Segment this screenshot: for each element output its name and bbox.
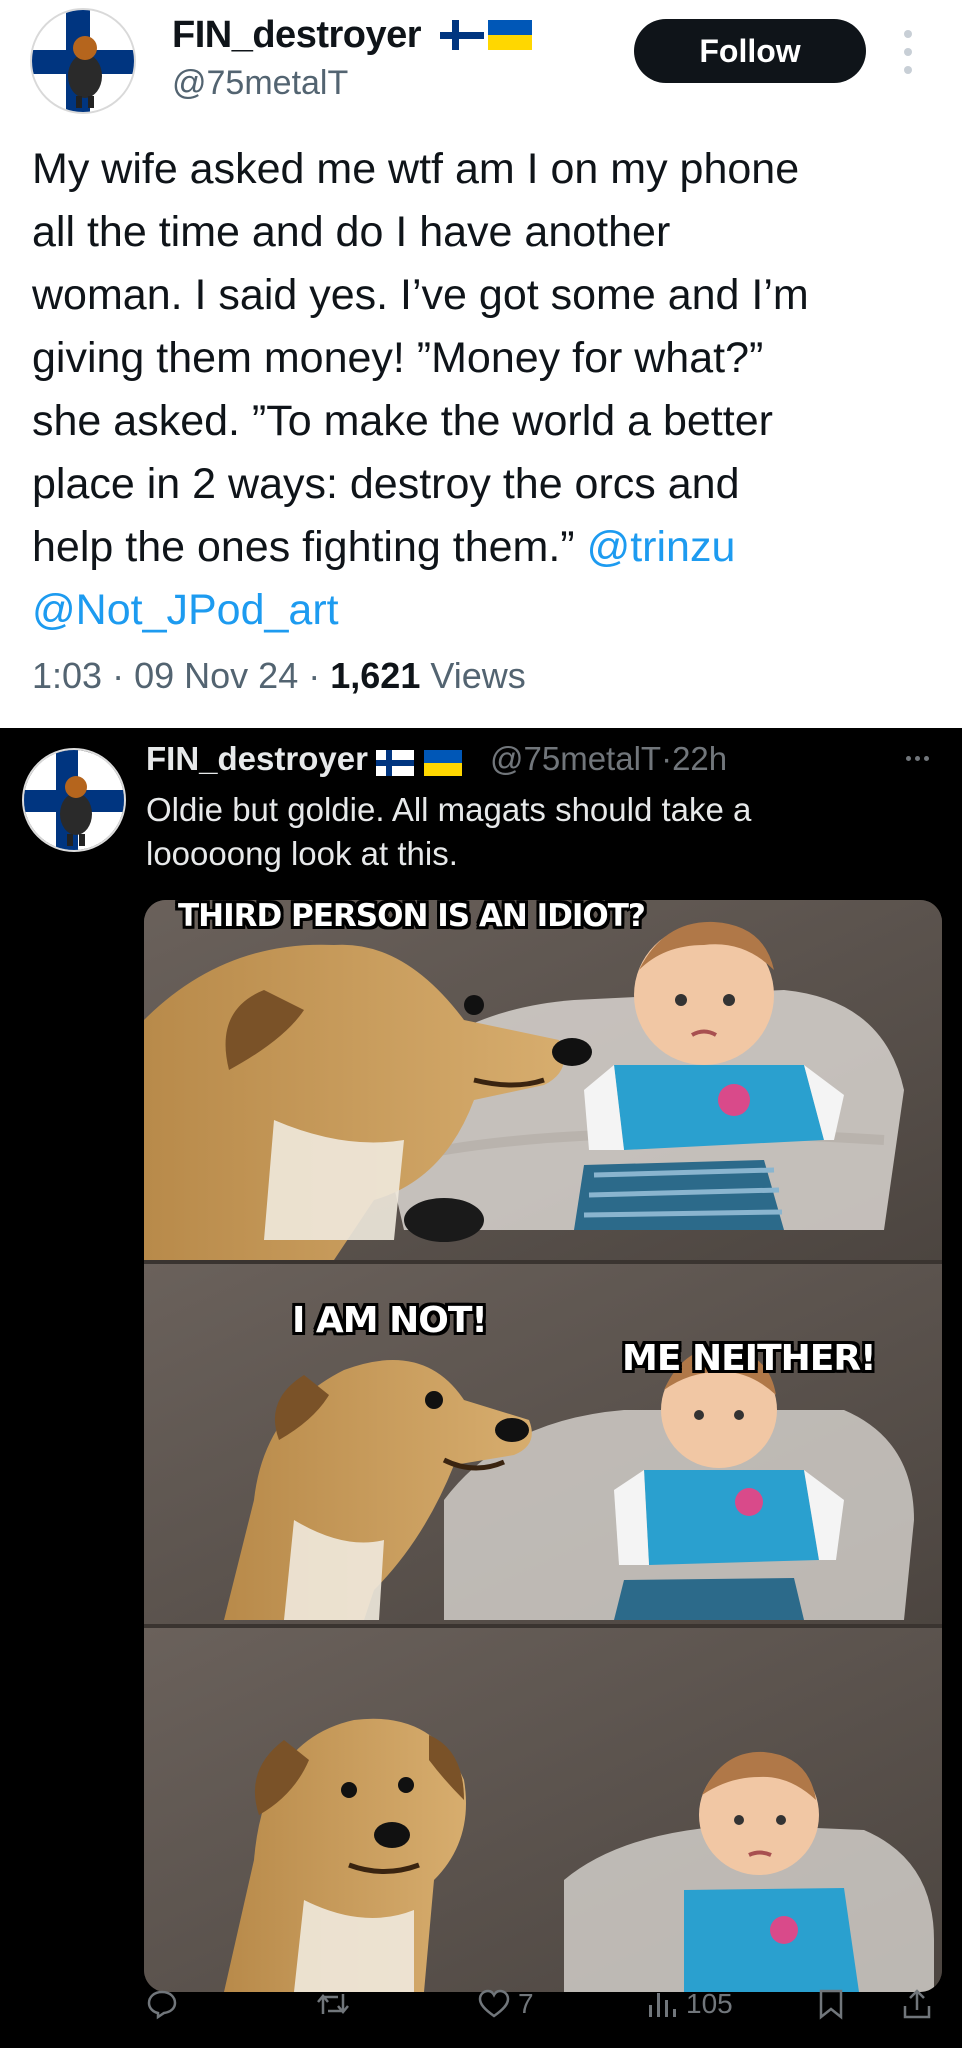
author-handle[interactable]: @75metalT <box>172 64 348 103</box>
quoted-author-meta: @75metalT·22h <box>490 740 727 778</box>
reply-button[interactable] <box>146 1988 178 2020</box>
repost-icon <box>317 1994 349 2014</box>
tweet-text-fragment: help the ones fighting them.” <box>32 523 575 571</box>
quoted-action-bar: 7 105 <box>0 1980 962 2040</box>
avatar-image <box>24 750 124 850</box>
views-label: Views <box>430 655 526 696</box>
follow-button[interactable]: Follow <box>634 19 866 83</box>
finland-flag-icon <box>440 20 484 50</box>
meme-image[interactable]: THIRD PERSON IS AN IDIOT? I AM NOT! ME N… <box>144 900 942 1992</box>
mention-link[interactable]: @trinzu <box>587 523 736 571</box>
tweet-text-line: Oldie but goldie. All magats should take… <box>146 791 752 828</box>
main-tweet: FIN_destroyer @75metalT Follow My wife a… <box>0 0 962 728</box>
author-flags <box>440 20 532 50</box>
avatar-image <box>32 10 134 112</box>
meme-illustration <box>144 900 942 1992</box>
meta-separator: · <box>112 655 125 696</box>
finland-flag-icon <box>376 750 414 776</box>
meme-caption-top: THIRD PERSON IS AN IDIOT? <box>178 900 646 934</box>
quoted-author-flags <box>376 750 462 776</box>
tweet-time[interactable]: 1:03 <box>32 655 102 696</box>
tweet-text-line: @Not_JPod_art <box>32 579 932 642</box>
share-button[interactable] <box>902 1988 932 2020</box>
quoted-tweet[interactable]: FIN_destroyer @75metalT·22h Oldie but go… <box>0 728 962 2048</box>
more-options-icon[interactable] <box>906 756 929 761</box>
tweet-text-line: woman. I said yes. I’ve got some and I’m <box>32 271 809 319</box>
tweet-text-line: place in 2 ways: destroy the orcs and <box>32 460 740 508</box>
tweet-text-line: all the time and do I have another <box>32 208 671 256</box>
quoted-author-handle[interactable]: @75metalT <box>490 740 661 777</box>
author-name[interactable]: FIN_destroyer <box>172 14 422 57</box>
like-button[interactable]: 7 <box>478 1988 534 2020</box>
tweet-text-line: help the ones fighting them.” @trinzu <box>32 516 932 579</box>
meta-separator: · <box>308 655 321 696</box>
author-avatar[interactable] <box>30 8 136 114</box>
bookmark-button[interactable] <box>818 1988 844 2020</box>
meme-caption-dog: I AM NOT! <box>292 1300 488 1341</box>
quoted-tweet-text: Oldie but goldie. All magats should take… <box>146 788 926 876</box>
tweet-date[interactable]: 09 Nov 24 <box>134 655 298 696</box>
meta-separator: · <box>661 740 673 777</box>
tweet-text-line: she asked. ”To make the world a better <box>32 397 773 445</box>
quoted-post-age[interactable]: 22h <box>672 740 727 777</box>
like-count: 7 <box>518 1988 534 2019</box>
quoted-author-name[interactable]: FIN_destroyer <box>146 740 368 778</box>
bookmark-icon <box>819 1989 843 2020</box>
share-icon <box>903 1989 931 2019</box>
mention-link[interactable]: @Not_JPod_art <box>32 586 339 634</box>
repost-button[interactable] <box>316 1988 350 2020</box>
views-button[interactable]: 105 <box>646 1988 733 2020</box>
heart-icon <box>478 1989 510 2018</box>
quoted-author-avatar[interactable] <box>22 748 126 852</box>
tweet-meta: 1:03 · 09 Nov 24 · 1,621 Views <box>32 655 526 697</box>
views-icon <box>649 1993 676 2017</box>
reply-icon <box>147 1990 177 2020</box>
tweet-text-line: My wife asked me wtf am I on my phone <box>32 145 800 193</box>
meme-caption-baby: ME NEITHER! <box>622 1338 876 1379</box>
views-count: 105 <box>686 1988 733 2019</box>
ukraine-flag-icon <box>424 750 462 776</box>
views-count: 1,621 <box>330 655 421 696</box>
tweet-text: My wife asked me wtf am I on my phone al… <box>32 138 932 642</box>
tweet-text-line: giving them money! ”Money for what?” <box>32 334 764 382</box>
ukraine-flag-icon <box>488 20 532 50</box>
more-options-icon[interactable] <box>898 30 918 74</box>
tweet-text-line: looooong look at this. <box>146 835 458 872</box>
